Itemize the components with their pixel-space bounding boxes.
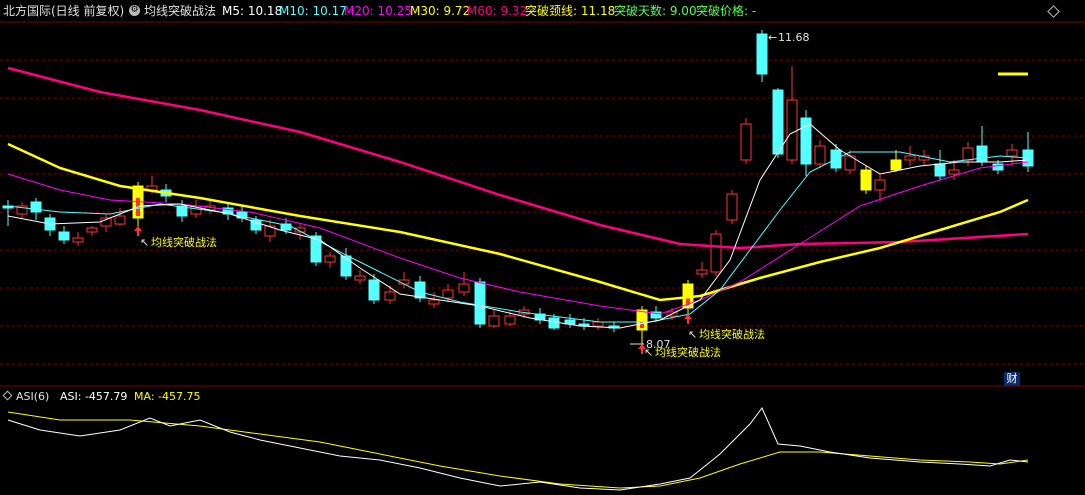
candle-body xyxy=(548,317,560,329)
candle-body xyxy=(710,233,722,273)
finance-badge[interactable]: 财 xyxy=(1004,372,1020,386)
diamond-icon[interactable] xyxy=(2,390,13,401)
ma60-line xyxy=(7,66,1029,250)
asi-line xyxy=(7,407,1029,491)
candle-body xyxy=(696,269,708,275)
asi-name[interactable]: ASI(6) xyxy=(16,390,49,403)
candle-body xyxy=(474,281,486,325)
high-price-label: 11.68 xyxy=(778,31,810,44)
candle-body xyxy=(890,159,902,171)
candle-body xyxy=(340,255,352,277)
candle-body xyxy=(800,117,812,165)
signal-pointer: ↖ xyxy=(140,236,149,249)
candle-body xyxy=(592,321,604,327)
candle-body xyxy=(114,215,126,225)
asi-header: ASI(6) ASI: -457.79 MA: -457.75 xyxy=(0,388,1085,404)
low-price-label: 8.07 xyxy=(646,338,671,351)
candle-body xyxy=(814,145,826,165)
candle-body xyxy=(756,33,768,75)
candle-body xyxy=(354,275,366,281)
arrow-up-icon xyxy=(684,314,692,324)
high-pointer: ← xyxy=(768,31,777,44)
candle-body xyxy=(786,99,798,161)
signal-label-2: 均线突破战法 xyxy=(699,327,765,341)
candle-body xyxy=(904,155,916,161)
ma5-line xyxy=(7,123,1029,329)
candle-body xyxy=(368,279,380,301)
candle-body xyxy=(976,145,988,163)
asi-value: ASI: -457.79 xyxy=(60,390,128,403)
candle-body xyxy=(442,289,454,299)
candle-body xyxy=(324,255,336,263)
candle-body xyxy=(772,89,784,155)
candle-body xyxy=(58,231,70,241)
asi-ma-line xyxy=(7,411,1029,489)
candlestick-chart[interactable]: ↖ 均线突破战法↖ 均线突破战法↖ 均线突破战法← 11.688.07 xyxy=(0,0,1085,495)
candle-body xyxy=(740,123,752,161)
candle-body xyxy=(86,227,98,233)
candle-body xyxy=(934,163,946,177)
candle-body xyxy=(72,237,84,243)
candle-body xyxy=(30,201,42,213)
arrow-up-icon xyxy=(134,226,142,236)
candle-body xyxy=(504,315,516,325)
candle-body xyxy=(962,147,974,161)
candle-body xyxy=(384,291,396,301)
candle-body xyxy=(874,179,886,191)
candle-body xyxy=(860,169,872,191)
candle-body xyxy=(948,169,960,175)
signal-label-1: 均线突破战法 xyxy=(151,235,217,249)
candle-body xyxy=(488,315,500,327)
signal-pointer: ↖ xyxy=(688,328,697,341)
candle-body xyxy=(428,299,440,305)
asi-ma-value: MA: -457.75 xyxy=(134,390,201,403)
candle-body xyxy=(726,193,738,221)
candle-body xyxy=(458,283,470,293)
candle-body xyxy=(1006,149,1018,157)
ma30-line xyxy=(7,142,1029,302)
